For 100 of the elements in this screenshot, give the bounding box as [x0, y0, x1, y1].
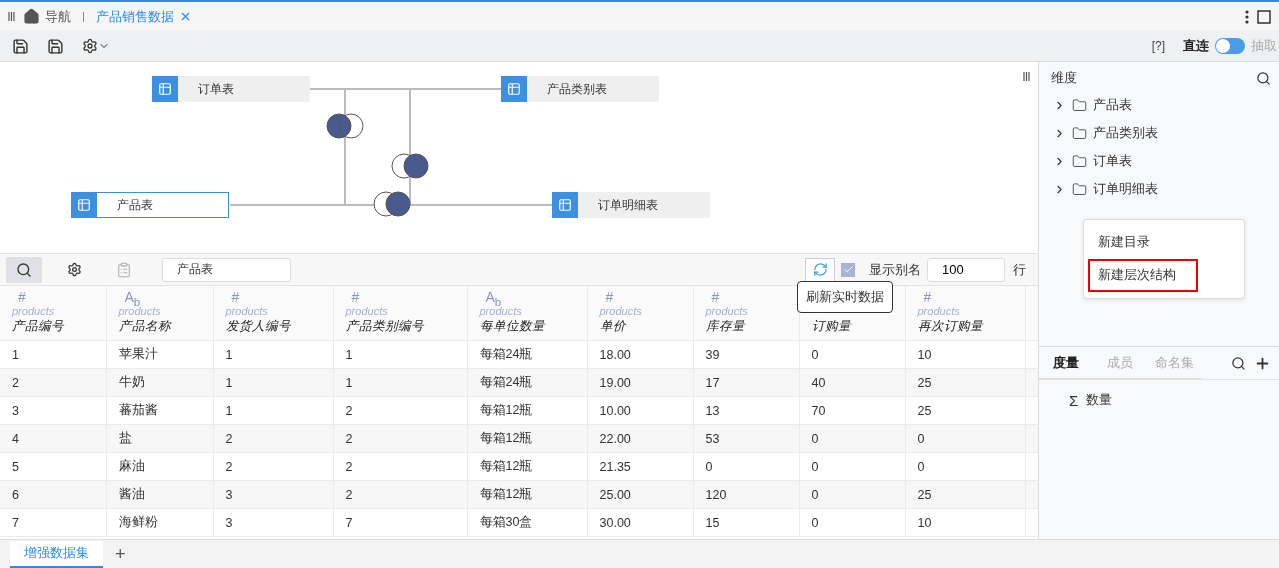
source-label: products: [479, 305, 522, 317]
table-cell: 5: [12, 459, 19, 474]
help-icon[interactable]: [?]: [1151, 39, 1165, 53]
source-label: products: [917, 305, 960, 317]
column-header[interactable]: 产品名称: [118, 319, 171, 333]
table-cell: 7: [345, 515, 353, 530]
table-icon: [152, 76, 178, 102]
row-limit-field[interactable]: 100: [927, 257, 1005, 282]
table-cell: 1: [345, 347, 353, 362]
column-header[interactable]: 发货人编号: [225, 319, 291, 333]
table-cell: 盐: [118, 431, 132, 445]
table-cell: 0: [917, 431, 925, 446]
tree-item[interactable]: 产品表: [1039, 91, 1279, 119]
panel-title: 维度: [1051, 70, 1077, 87]
table-cell: 7: [12, 515, 19, 530]
grip-icon[interactable]: [8, 12, 15, 21]
table-cell: 麻油: [118, 459, 145, 473]
column-header[interactable]: 每单位数量: [479, 319, 545, 333]
tree-item[interactable]: 产品类别表: [1039, 119, 1279, 147]
table-icon: [501, 76, 527, 102]
table-cell: 0: [811, 487, 819, 502]
type-icon: #: [231, 289, 240, 305]
table-node[interactable]: 产品表: [71, 192, 229, 218]
column-header[interactable]: 产品编号: [12, 319, 64, 333]
table-cell: 海鲜粉: [118, 515, 158, 529]
table-cell: 25: [917, 375, 932, 390]
table-cell: 39: [705, 347, 720, 362]
measure-item[interactable]: 数量: [1086, 392, 1113, 409]
table-cell: 苹果汁: [118, 347, 158, 361]
table-cell: 2: [345, 459, 353, 474]
table-cell: 1: [225, 375, 233, 390]
table-cell: 1: [225, 347, 233, 362]
join-icon[interactable]: [391, 153, 429, 179]
table-cell: 1: [225, 403, 233, 418]
table-node[interactable]: 订单表: [152, 76, 310, 102]
table-cell: 每箱12瓶: [479, 459, 533, 473]
refresh-button[interactable]: [805, 257, 835, 282]
home-icon: [23, 8, 40, 25]
column-header[interactable]: 订购量: [811, 319, 851, 333]
table-cell: 3: [12, 403, 19, 418]
menu-item[interactable]: 新建目录: [1088, 226, 1198, 259]
mode-switch[interactable]: [1215, 38, 1245, 54]
table-cell: 0: [811, 515, 819, 530]
add-tab-button[interactable]: +: [111, 543, 130, 565]
column-header[interactable]: 单价: [599, 319, 626, 333]
table-cell: 15: [705, 515, 720, 530]
folder-icon: [1072, 125, 1087, 141]
table-cell: 10.00: [599, 403, 631, 418]
table-cell: 2: [225, 459, 233, 474]
table-cell: 17: [705, 375, 720, 390]
table-cell: 40: [811, 375, 826, 390]
table-cell: 0: [917, 459, 925, 474]
preview-button[interactable]: [6, 256, 42, 283]
table-node[interactable]: 订单明细表: [552, 192, 710, 218]
table-cell: 1: [345, 375, 353, 390]
mode-label: 直连: [1183, 37, 1209, 55]
table-node[interactable]: 产品类别表: [501, 76, 659, 102]
save-icon[interactable]: [12, 37, 29, 55]
type-icon: #: [605, 289, 614, 305]
search-icon: [16, 261, 32, 278]
column-header[interactable]: 产品类别编号: [345, 319, 424, 333]
sheet-tab[interactable]: 增强数据集: [10, 540, 103, 568]
table-cell: 1: [12, 347, 19, 362]
table-cell: 0: [811, 347, 819, 362]
tree-item[interactable]: 订单明细表: [1039, 175, 1279, 203]
source-label: products: [118, 305, 161, 317]
tree-item[interactable]: 订单表: [1039, 147, 1279, 175]
settings-icon[interactable]: [82, 38, 110, 54]
table-cell: 2: [345, 431, 353, 446]
tooltip: 刷新实时数据: [797, 281, 893, 313]
grip-icon[interactable]: [1023, 72, 1030, 81]
column-header[interactable]: 库存量: [705, 319, 745, 333]
join-icon[interactable]: [326, 113, 364, 139]
search-icon[interactable]: [1231, 355, 1246, 371]
table-cell: 120: [705, 487, 727, 502]
menu-item[interactable]: 新建层次结构: [1088, 259, 1198, 292]
tab[interactable]: 度量: [1039, 347, 1093, 379]
table-cell: 18.00: [599, 347, 631, 362]
join-icon[interactable]: [373, 191, 411, 217]
type-icon: #: [923, 289, 932, 305]
table-cell: 每箱24瓶: [479, 347, 533, 361]
table-cell: 酱油: [118, 487, 145, 501]
column-header[interactable]: 再次订购量: [917, 319, 983, 333]
table-cell: 牛奶: [118, 375, 145, 389]
maximize-icon[interactable]: [1257, 9, 1271, 24]
table-cell: 3: [225, 515, 233, 530]
table-icon: [552, 192, 578, 218]
table-icon: [71, 192, 97, 218]
sigma-icon: Σ: [1069, 392, 1079, 409]
table-cell: 3: [225, 487, 233, 502]
table-cell: 0: [705, 459, 713, 474]
save-as-icon[interactable]: [47, 37, 64, 55]
search-icon[interactable]: [1256, 71, 1271, 86]
more-icon[interactable]: [1245, 9, 1249, 24]
table-cell: 每箱12瓶: [479, 403, 533, 417]
table-name-field[interactable]: 产品表: [162, 257, 291, 282]
tab[interactable]: 导航: [23, 7, 71, 26]
table-cell: 每箱12瓶: [479, 431, 533, 445]
source-label: products: [705, 305, 748, 317]
alias-checkbox[interactable]: [841, 262, 855, 277]
